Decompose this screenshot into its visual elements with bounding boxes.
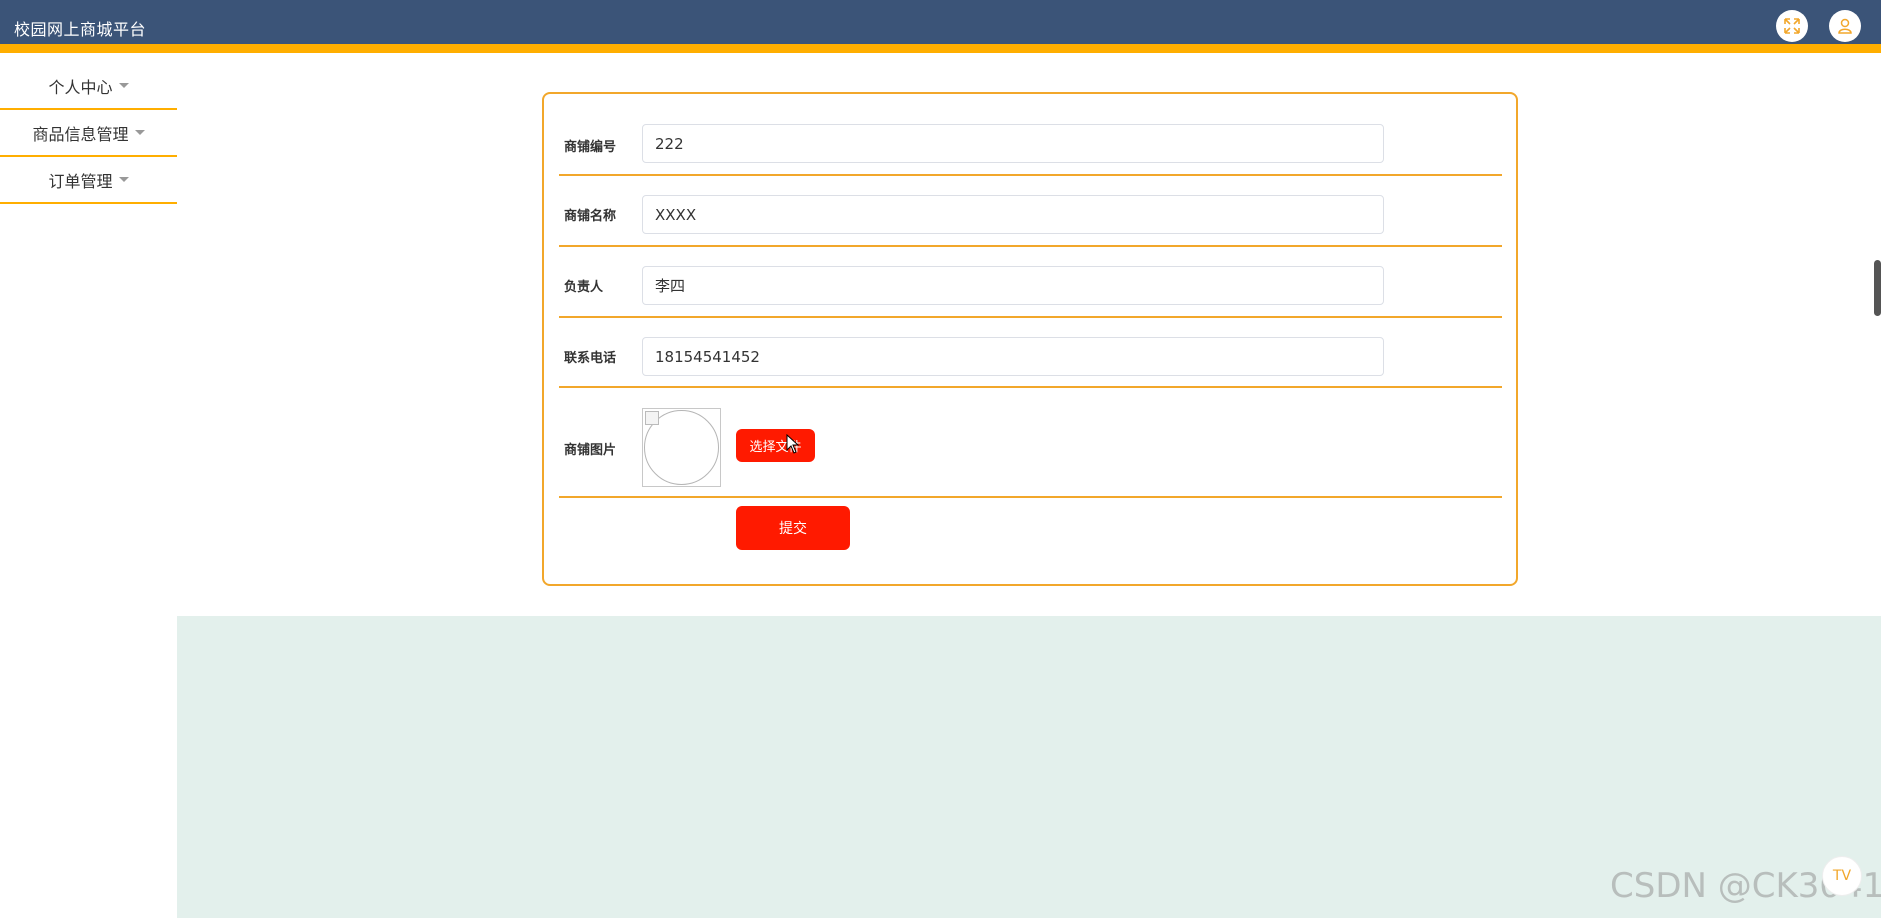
cursor-arrow-icon xyxy=(786,433,800,454)
manager-input[interactable] xyxy=(642,266,1384,305)
shop-name-label: 商铺名称 xyxy=(564,209,617,224)
sidebar-item-personal-center[interactable]: 个人中心 xyxy=(0,63,177,110)
sidebar: 个人中心 商品信息管理 订单管理 xyxy=(0,63,177,204)
shop-id-label: 商铺编号 xyxy=(564,140,617,155)
sidebar-item-label: 个人中心 xyxy=(48,77,113,97)
float-action-button[interactable]: TV xyxy=(1822,856,1862,896)
form-row-phone: 联系电话 xyxy=(559,318,1502,388)
scrollbar-thumb[interactable] xyxy=(1874,260,1881,316)
broken-image-icon xyxy=(645,411,659,425)
phone-label: 联系电话 xyxy=(564,351,617,366)
manager-label: 负责人 xyxy=(564,280,604,295)
sidebar-item-order-management[interactable]: 订单管理 xyxy=(0,157,177,204)
sidebar-item-label: 商品信息管理 xyxy=(32,124,129,144)
shop-name-input[interactable] xyxy=(642,195,1384,234)
expand-icon xyxy=(1784,18,1800,34)
submit-button[interactable]: 提交 xyxy=(736,506,850,550)
form-row-shop-name: 商铺名称 xyxy=(559,176,1502,247)
float-button-label: TV xyxy=(1832,868,1852,884)
phone-input[interactable] xyxy=(642,337,1384,376)
shop-form-panel: 商铺编号 商铺名称 负责人 联系电话 商铺图片 选择文件 提交 xyxy=(542,92,1518,586)
fullscreen-button[interactable] xyxy=(1776,10,1808,42)
chevron-down-icon xyxy=(134,130,145,135)
choose-file-button[interactable]: 选择文件 xyxy=(736,429,815,462)
shop-id-input[interactable] xyxy=(642,124,1384,163)
form-row-shop-id: 商铺编号 xyxy=(559,94,1502,176)
chevron-down-icon xyxy=(118,83,129,88)
form-row-shop-image: 商铺图片 选择文件 xyxy=(559,388,1502,498)
shop-image-preview xyxy=(642,408,721,487)
sidebar-item-product-management[interactable]: 商品信息管理 xyxy=(0,110,177,157)
shop-image-label: 商铺图片 xyxy=(564,443,617,458)
chevron-down-icon xyxy=(118,177,129,182)
user-icon xyxy=(1838,18,1852,34)
top-header: 校园网上商城平台 xyxy=(0,0,1881,53)
sidebar-item-label: 订单管理 xyxy=(48,171,113,191)
app-title: 校园网上商城平台 xyxy=(14,20,147,39)
form-row-manager: 负责人 xyxy=(559,247,1502,318)
user-menu-button[interactable] xyxy=(1829,10,1861,42)
